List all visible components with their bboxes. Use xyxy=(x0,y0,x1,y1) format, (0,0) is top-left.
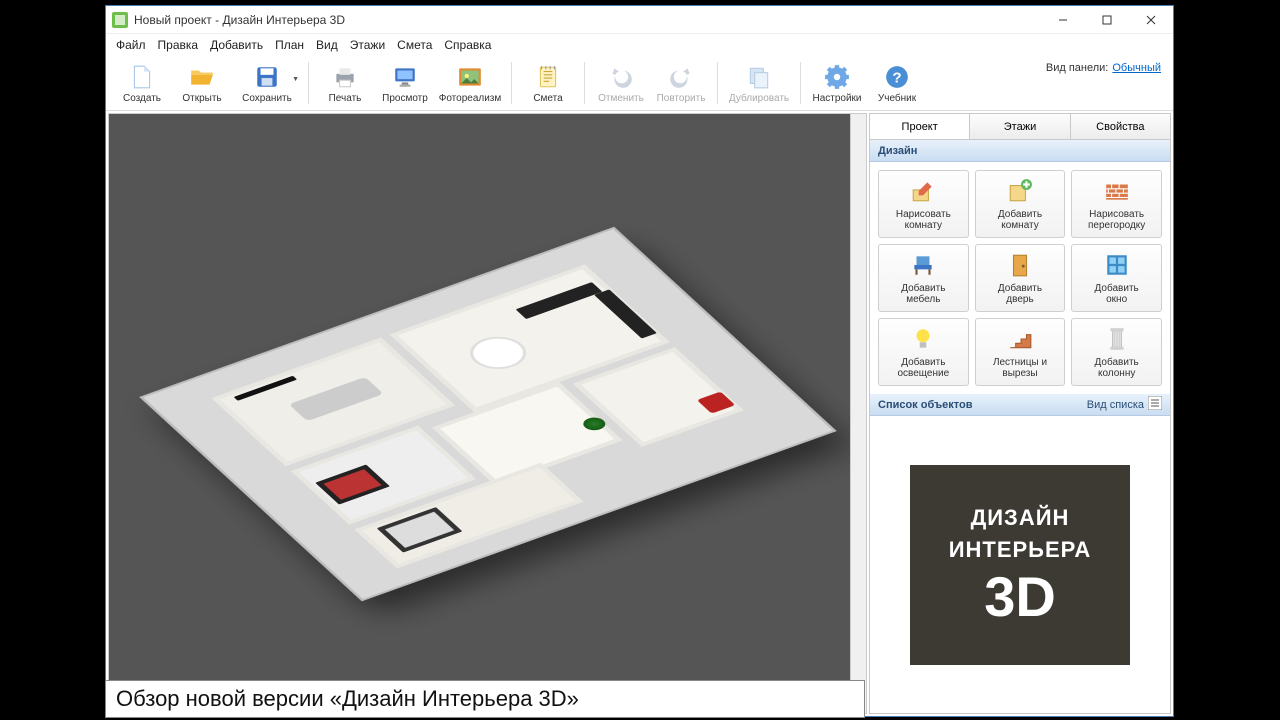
object-list: ДИЗАЙН ИНТЕРЬЕРА 3D xyxy=(870,416,1170,713)
titlebar: Новый проект - Дизайн Интерьера 3D xyxy=(106,6,1173,34)
settings-button[interactable]: Настройки xyxy=(807,58,867,108)
tab-floors[interactable]: Этажи xyxy=(970,114,1070,139)
minimize-button[interactable] xyxy=(1041,6,1085,34)
menubar: Файл Правка Добавить План Вид Этажи Смет… xyxy=(106,34,1173,56)
menu-edit[interactable]: Правка xyxy=(158,38,199,52)
viewport-3d[interactable] xyxy=(108,113,867,714)
duplicate-button: Дублировать xyxy=(724,58,794,108)
sidepanel-tabs: Проект Этажи Свойства xyxy=(869,113,1171,139)
window-icon xyxy=(1103,251,1131,279)
redo-icon xyxy=(667,63,695,91)
undo-button: Отменить xyxy=(591,58,651,108)
help-button[interactable]: ? Учебник xyxy=(867,58,927,108)
panel-mode-label: Вид панели: xyxy=(1046,62,1108,74)
stairs-button[interactable]: Лестницы и вырезы xyxy=(975,318,1066,386)
section-design: Дизайн xyxy=(870,140,1170,162)
workarea: Проект Этажи Свойства Дизайн Нарисовать … xyxy=(106,111,1173,716)
duplicate-icon xyxy=(745,63,773,91)
menu-add[interactable]: Добавить xyxy=(210,38,263,52)
print-button[interactable]: Печать xyxy=(315,58,375,108)
printer-icon xyxy=(331,63,359,91)
pencil-room-icon xyxy=(909,177,937,205)
app-window: Новый проект - Дизайн Интерьера 3D Файл … xyxy=(105,5,1174,717)
add-window-button[interactable]: Добавить окно xyxy=(1071,244,1162,312)
close-button[interactable] xyxy=(1129,6,1173,34)
app-icon xyxy=(112,12,128,28)
menu-floors[interactable]: Этажи xyxy=(350,38,385,52)
floorplan-model xyxy=(166,242,808,585)
photoreal-icon xyxy=(456,63,484,91)
panel-mode-selector: Вид панели: Обычный xyxy=(1046,58,1167,108)
toolbar: Создать Открыть Сохранить ▼ Печать Просм… xyxy=(106,56,1173,111)
list-view-toggle[interactable] xyxy=(1148,396,1162,413)
gear-icon xyxy=(823,63,851,91)
redo-button: Повторить xyxy=(651,58,711,108)
view-button[interactable]: Просмотр xyxy=(375,58,435,108)
estimate-button[interactable]: Смета xyxy=(518,58,578,108)
side-panel: Проект Этажи Свойства Дизайн Нарисовать … xyxy=(869,113,1171,714)
new-file-icon xyxy=(128,63,156,91)
add-furniture-button[interactable]: Добавить мебель xyxy=(878,244,969,312)
chevron-down-icon: ▼ xyxy=(292,76,299,83)
create-button[interactable]: Создать xyxy=(112,58,172,108)
photoreal-button[interactable]: Фотореализм xyxy=(435,58,505,108)
draw-wall-button[interactable]: Нарисовать перегородку xyxy=(1071,170,1162,238)
save-icon xyxy=(253,63,281,91)
panel-mode-link[interactable]: Обычный xyxy=(1112,62,1161,74)
add-light-button[interactable]: Добавить освещение xyxy=(878,318,969,386)
help-icon: ? xyxy=(883,63,911,91)
tab-properties[interactable]: Свойства xyxy=(1071,114,1170,139)
add-column-button[interactable]: Добавить колонну xyxy=(1071,318,1162,386)
tab-project[interactable]: Проект xyxy=(870,114,970,139)
door-icon xyxy=(1006,251,1034,279)
draw-room-button[interactable]: Нарисовать комнату xyxy=(878,170,969,238)
chair-icon xyxy=(909,251,937,279)
promo-banner: ДИЗАЙН ИНТЕРЬЕРА 3D xyxy=(910,465,1130,665)
maximize-button[interactable] xyxy=(1085,6,1129,34)
add-room-button[interactable]: Добавить комнату xyxy=(975,170,1066,238)
open-button[interactable]: Открыть xyxy=(172,58,232,108)
section-objects: Список объектов Вид списка xyxy=(870,394,1170,416)
menu-plan[interactable]: План xyxy=(275,38,304,52)
menu-file[interactable]: Файл xyxy=(116,38,146,52)
stairs-icon xyxy=(1006,325,1034,353)
undo-icon xyxy=(607,63,635,91)
save-button[interactable]: Сохранить ▼ xyxy=(232,58,302,108)
window-title: Новый проект - Дизайн Интерьера 3D xyxy=(134,13,1041,27)
menu-help[interactable]: Справка xyxy=(444,38,491,52)
add-room-icon xyxy=(1006,177,1034,205)
brick-wall-icon xyxy=(1103,177,1131,205)
design-grid: Нарисовать комнату Добавить комнату Нари… xyxy=(870,162,1170,394)
video-caption: Обзор новой версии «Дизайн Интерьера 3D» xyxy=(105,680,865,718)
add-door-button[interactable]: Добавить дверь xyxy=(975,244,1066,312)
svg-text:?: ? xyxy=(892,69,901,86)
menu-view[interactable]: Вид xyxy=(316,38,338,52)
folder-open-icon xyxy=(188,63,216,91)
notepad-icon xyxy=(534,63,562,91)
list-view-label: Вид списка xyxy=(1087,399,1144,411)
menu-estimate[interactable]: Смета xyxy=(397,38,432,52)
monitor-icon xyxy=(391,63,419,91)
lightbulb-icon xyxy=(909,325,937,353)
column-icon xyxy=(1103,325,1131,353)
viewport-scrollbar[interactable] xyxy=(850,114,866,713)
